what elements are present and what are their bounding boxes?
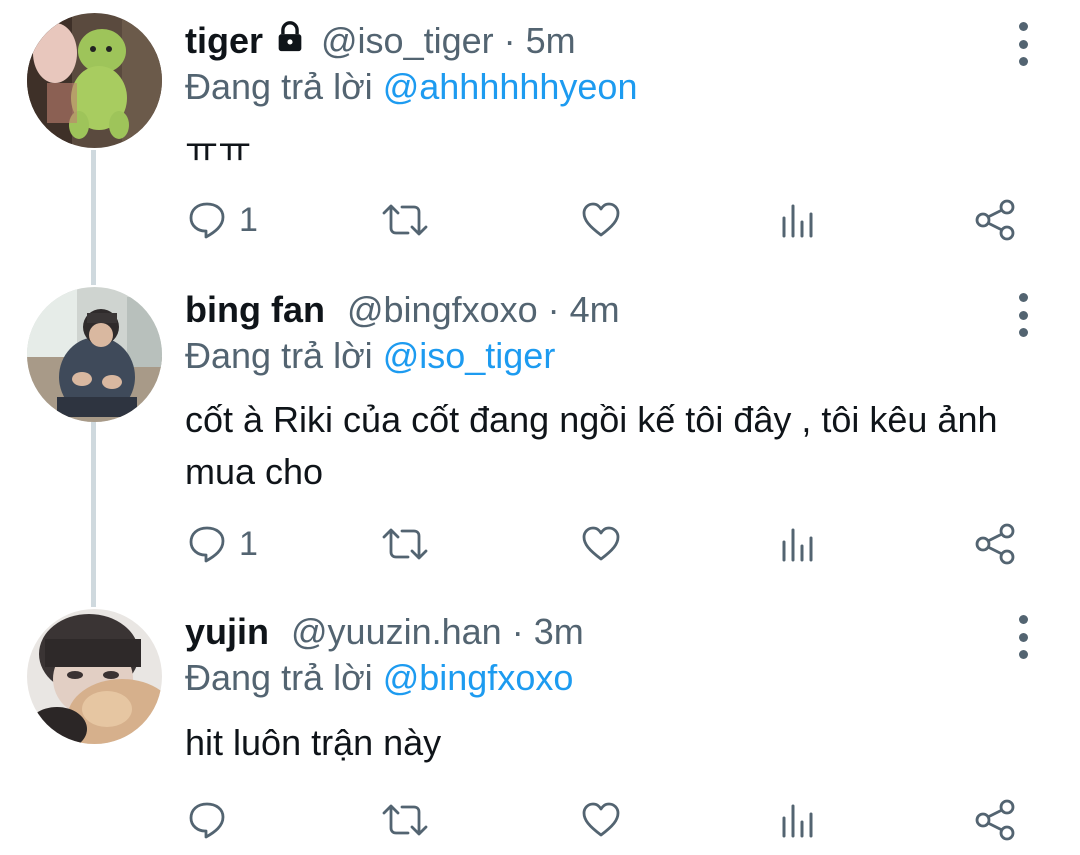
reply-icon [187, 800, 227, 840]
more-options-icon[interactable] [1008, 615, 1038, 659]
like-icon [581, 800, 621, 840]
like-icon [581, 200, 621, 240]
avatar[interactable] [27, 609, 162, 744]
retweet-button[interactable] [382, 198, 428, 242]
retweet-icon [382, 200, 428, 240]
avatar[interactable] [27, 287, 162, 422]
share-button[interactable] [973, 522, 1017, 566]
like-button[interactable] [581, 198, 621, 242]
display-name[interactable]: bing fan [185, 289, 325, 331]
replying-to: Đang trả lời @bingfxoxo [185, 657, 573, 699]
retweet-button[interactable] [382, 798, 428, 842]
separator: · [511, 611, 524, 652]
share-button[interactable] [973, 198, 1017, 242]
reply-button[interactable] [187, 798, 227, 842]
separator: · [547, 289, 560, 330]
timestamp[interactable]: 4m [570, 289, 620, 331]
replying-to: Đang trả lời @ahhhhhhyeon [185, 66, 637, 108]
tweet-header: bing fan @bingfxoxo · 4m [185, 285, 620, 335]
timestamp[interactable]: 3m [534, 611, 584, 653]
more-options-icon[interactable] [1008, 22, 1038, 66]
reply-count: 1 [239, 524, 258, 563]
reply-prefix: Đang trả lời [185, 335, 373, 376]
analytics-button[interactable] [780, 198, 816, 242]
share-icon [973, 522, 1017, 566]
reply-mention-link[interactable]: @bingfxoxo [383, 657, 574, 698]
reply-button[interactable]: 1 [187, 198, 258, 242]
tweet-text: cốt à Riki của cốt đang ngồi kế tôi đây … [185, 399, 998, 492]
analytics-icon [780, 200, 816, 240]
analytics-icon [780, 524, 816, 564]
display-name[interactable]: tiger [185, 20, 263, 62]
like-button[interactable] [581, 522, 621, 566]
user-handle[interactable]: @bingfxoxo [347, 289, 538, 331]
reply-mention-link[interactable]: @iso_tiger [383, 335, 556, 376]
lock-icon [273, 20, 307, 63]
tweet-text: hit luôn trận này [185, 722, 442, 763]
share-icon [973, 198, 1017, 242]
reply-mention-link[interactable]: @ahhhhhhyeon [383, 66, 638, 107]
retweet-icon [382, 524, 428, 564]
retweet-icon [382, 800, 428, 840]
analytics-button[interactable] [780, 522, 816, 566]
share-button[interactable] [973, 798, 1017, 842]
tweet-header: tiger @iso_tiger · 5m [185, 16, 576, 66]
user-handle[interactable]: @yuuzin.han [291, 611, 502, 653]
tweet-text: ㅠㅠ [185, 129, 252, 170]
tweet[interactable]: tiger @iso_tiger · 5m Đang trả lời @ahhh… [0, 0, 1080, 285]
reply-icon [187, 524, 227, 564]
tweet-header: yujin @yuuzin.han · 3m [185, 607, 584, 657]
retweet-button[interactable] [382, 522, 428, 566]
display-name[interactable]: yujin [185, 611, 269, 653]
reply-count: 1 [239, 200, 258, 239]
user-handle[interactable]: @iso_tiger [321, 20, 494, 62]
reply-prefix: Đang trả lời [185, 66, 373, 107]
more-options-icon[interactable] [1008, 293, 1038, 337]
analytics-button[interactable] [780, 798, 816, 842]
avatar[interactable] [27, 13, 162, 148]
timestamp[interactable]: 5m [526, 20, 576, 62]
tweet[interactable]: yujin @yuuzin.han · 3m Đang trả lời @bin… [0, 605, 1080, 855]
like-button[interactable] [581, 798, 621, 842]
tweet[interactable]: bing fan @bingfxoxo · 4m Đang trả lời @i… [0, 285, 1080, 605]
share-icon [973, 798, 1017, 842]
separator: · [503, 20, 516, 61]
reply-prefix: Đang trả lời [185, 657, 373, 698]
reply-icon [187, 200, 227, 240]
replying-to: Đang trả lời @iso_tiger [185, 335, 555, 377]
reply-button[interactable]: 1 [187, 522, 258, 566]
like-icon [581, 524, 621, 564]
analytics-icon [780, 800, 816, 840]
